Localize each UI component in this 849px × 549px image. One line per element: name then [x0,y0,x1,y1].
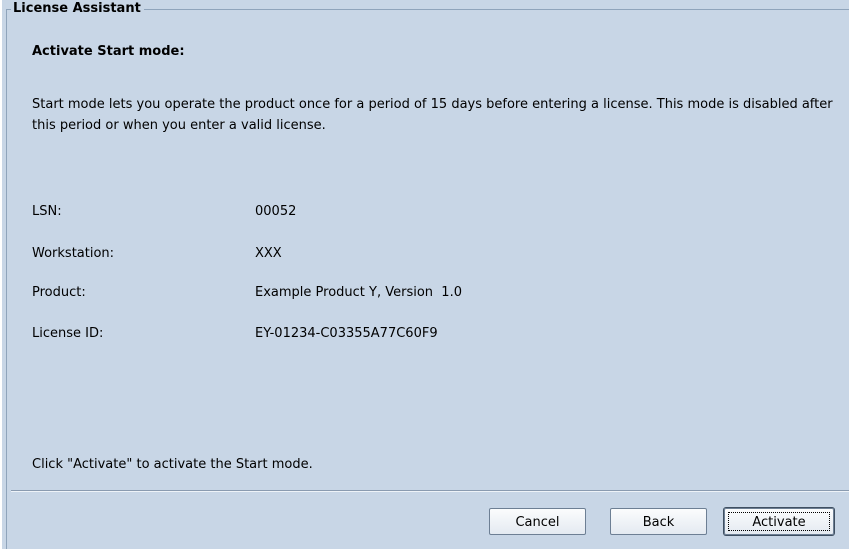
lsn-label: LSN: [32,204,62,219]
page-heading: Activate Start mode: [32,44,185,59]
description-text: Start mode lets you operate the product … [32,97,833,133]
product-value: Example Product Y, Version 1.0 [255,285,462,300]
separator [11,490,849,492]
group-title: License Assistant [11,0,144,18]
cancel-button[interactable]: Cancel [489,508,586,535]
workstation-value: XXX [255,246,282,261]
lsn-value: 00052 [255,204,297,219]
workstation-label: Workstation: [32,246,115,261]
product-label: Product: [32,285,86,300]
license-id-label: License ID: [32,326,104,341]
license-id-value: EY-01234-C03355A77C60F9 [255,326,438,341]
activate-button[interactable]: Activate [724,508,834,535]
license-assistant-panel: License Assistant Activate Start mode: S… [2,0,849,549]
activate-hint: Click "Activate" to activate the Start m… [32,457,313,472]
back-button[interactable]: Back [610,508,707,535]
